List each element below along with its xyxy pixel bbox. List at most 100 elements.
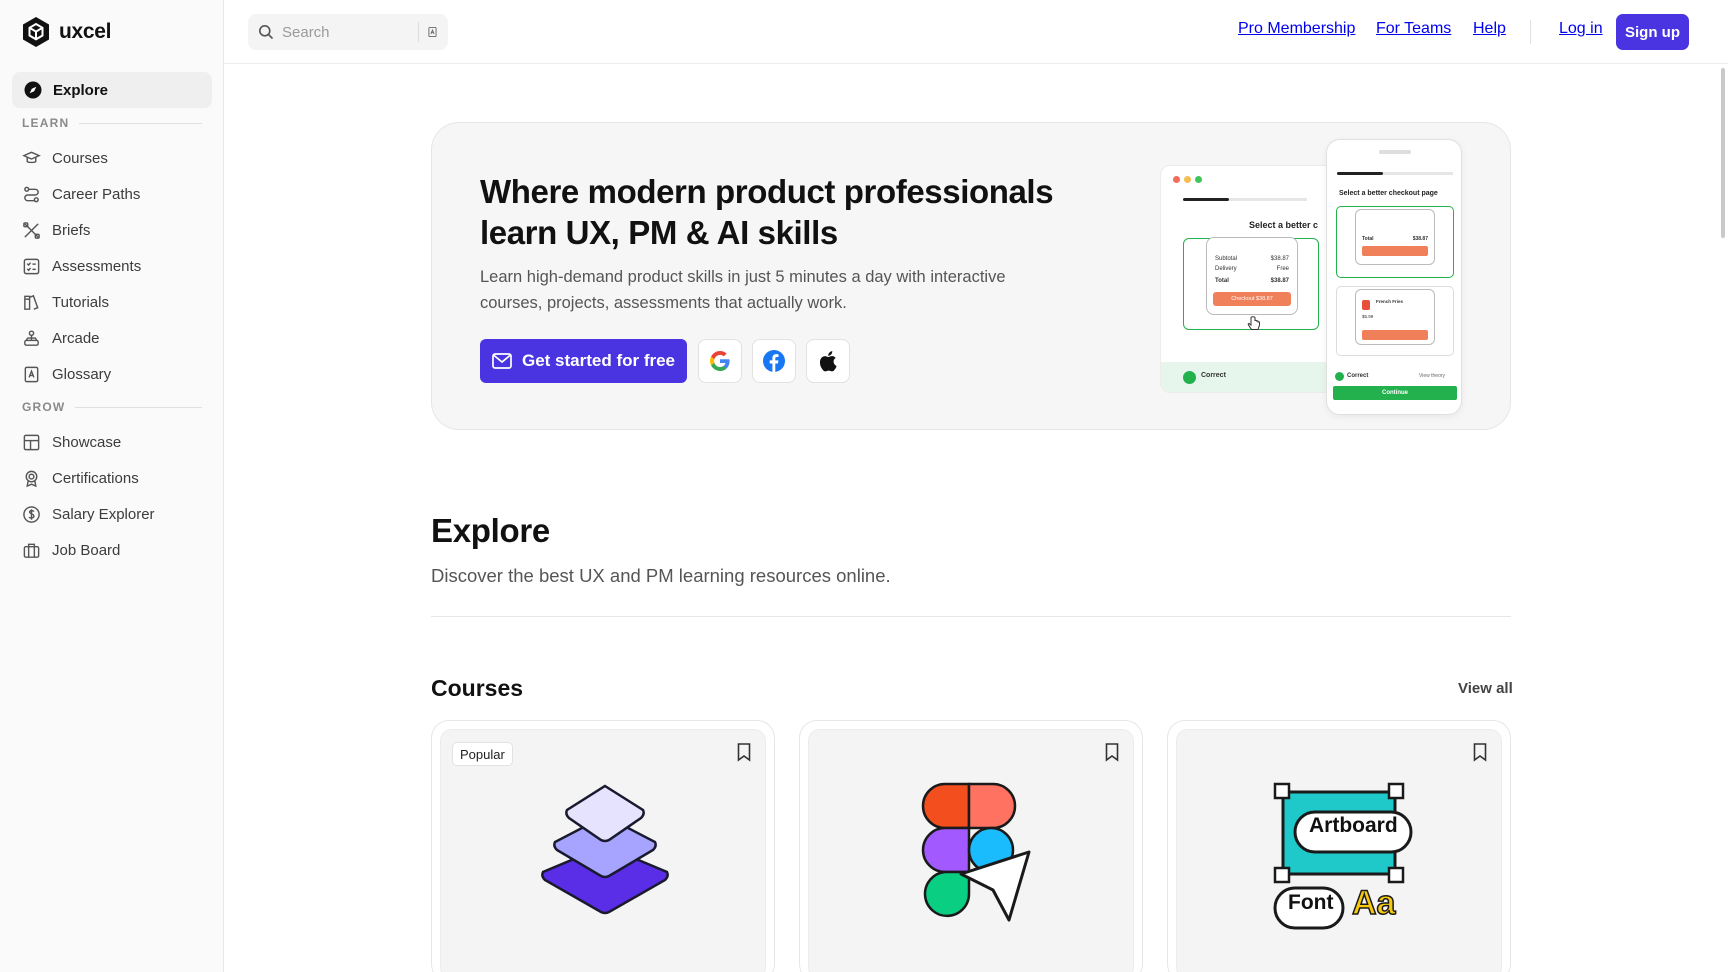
bookmark-icon[interactable] [1103,742,1121,762]
continue-label: Continue [1382,390,1408,396]
section-title: LEARN [22,116,70,130]
sidebar-item-briefs[interactable]: Briefs [22,218,90,242]
correct-label: Correct [1201,372,1226,379]
scrollbar-thumb[interactable] [1721,68,1725,238]
delivery-value: Free [1276,266,1289,272]
sidebar-item-label: Career Paths [52,185,141,203]
sidebar-item-job-board[interactable]: Job Board [22,538,120,562]
popular-badge: Popular [452,742,513,766]
course-card[interactable] [799,720,1143,972]
sidebar-item-career-paths[interactable]: Career Paths [22,182,140,206]
dictionary-shortcut-icon[interactable] [418,22,438,42]
search-box[interactable] [248,14,448,50]
hero-title: Where modern product professionals learn… [480,173,1054,251]
search-icon [259,25,274,40]
mini-phone: Subtotal $38.87 Delivery Free Total $38.… [1206,237,1298,315]
brand-logo[interactable]: uxcel [21,16,112,48]
get-started-label: Get started for free [521,351,676,370]
search-input[interactable] [282,23,402,41]
route-icon [24,186,39,202]
graduation-cap-icon [22,151,41,163]
subtotal-label: Subtotal [1215,256,1238,262]
view-all-courses-link[interactable]: View all [1458,680,1513,697]
sidebar: uxcel Explore LEARN Courses Career Paths… [0,0,224,972]
courses-heading: Courses [431,675,524,701]
sidebar-item-salary-explorer[interactable]: Salary Explorer [22,502,155,526]
nav-divider [1530,20,1531,44]
apple-icon [819,351,837,372]
desktop-question: Select a better c [1249,220,1319,230]
pointer-hand-icon [1247,316,1260,330]
tools-icon [23,221,40,239]
signup-button[interactable]: Sign up [1616,14,1689,50]
google-icon [710,351,730,371]
sidebar-item-tutorials[interactable]: Tutorials [22,290,109,314]
sidebar-item-showcase[interactable]: Showcase [22,430,121,454]
section-divider [79,122,202,124]
course-card[interactable]: Popular [431,720,775,972]
layout-icon [23,434,40,450]
phone-progress-track [1383,172,1453,175]
course-card-thumbnail [808,729,1134,972]
phone-option-1-screen: Total $38.87 [1355,209,1435,265]
phone-option-2-screen: French Fries $5.99 [1355,289,1435,345]
sidebar-item-label: Tutorials [52,293,109,311]
sidebar-item-label: Courses [52,149,108,167]
joystick-icon [24,329,39,346]
dollar-icon [23,505,40,523]
delivery-label: Delivery [1215,266,1237,272]
phone-checkout-button [1362,246,1428,256]
progress-track [1229,198,1307,201]
section-header-learn: LEARN [22,116,202,130]
phone-option-1: Total $38.87 [1336,206,1454,278]
sidebar-item-label: Certifications [52,469,139,487]
sidebar-item-courses[interactable]: Courses [22,146,108,170]
facebook-signin-button[interactable] [752,339,796,383]
subtotal-value: $38.87 [1270,256,1289,262]
page-scrollbar[interactable] [1718,64,1728,972]
sidebar-item-arcade[interactable]: Arcade [22,326,100,350]
phone-progress-bar [1337,172,1383,175]
bookmark-icon[interactable] [735,742,753,762]
compass-icon [24,81,42,99]
sidebar-item-glossary[interactable]: Glossary [22,362,111,386]
item-price: $5.99 [1362,314,1374,319]
phone-total-label: Total [1362,236,1374,242]
check-circle-icon [1183,371,1196,384]
hero-illustration-phone: Select a better checkout page Total $38.… [1326,139,1462,415]
nav-link-help[interactable]: Help [1473,20,1506,38]
explore-heading: Explore [431,512,550,549]
explore-description: Discover the best UX and PM learning res… [431,565,891,586]
sidebar-item-label: Arcade [52,329,100,347]
artboard-label: Artboard [1309,814,1398,837]
login-link[interactable]: Log in [1559,20,1603,38]
course-card-thumbnail: Popular [440,729,766,972]
sidebar-item-label: Job Board [52,541,121,559]
award-icon [25,470,38,487]
phone-check-icon [1335,372,1344,381]
total-label: Total [1215,278,1229,284]
facebook-icon [763,350,785,372]
section-divider [431,616,1511,617]
google-signin-button[interactable] [698,339,742,383]
mail-icon [492,353,512,369]
window-dots [1173,176,1202,183]
sidebar-item-assessments[interactable]: Assessments [22,254,141,278]
course-card[interactable]: Artboard Font Aa [1167,720,1511,972]
sidebar-item-certifications[interactable]: Certifications [22,466,139,490]
get-started-button[interactable]: Get started for free [480,339,687,383]
nav-link-pro-membership[interactable]: Pro Membership [1238,20,1355,38]
figma-logo-illustration [921,782,1031,922]
layers-illustration [541,784,669,915]
phone-continue-button: Continue [1333,386,1457,400]
hero-banner: Where modern product professionals learn… [431,122,1511,430]
sidebar-item-label: Assessments [52,257,142,275]
bookmark-icon[interactable] [1471,742,1489,762]
sidebar-item-explore[interactable]: Explore [12,72,212,108]
nav-link-for-teams[interactable]: For Teams [1376,20,1451,38]
view-theory-label: View theory [1419,373,1446,379]
phone-question: Select a better checkout page [1339,190,1438,197]
phone-notch [1379,150,1411,154]
aa-label: Aa [1351,883,1396,923]
apple-signin-button[interactable] [806,339,850,383]
